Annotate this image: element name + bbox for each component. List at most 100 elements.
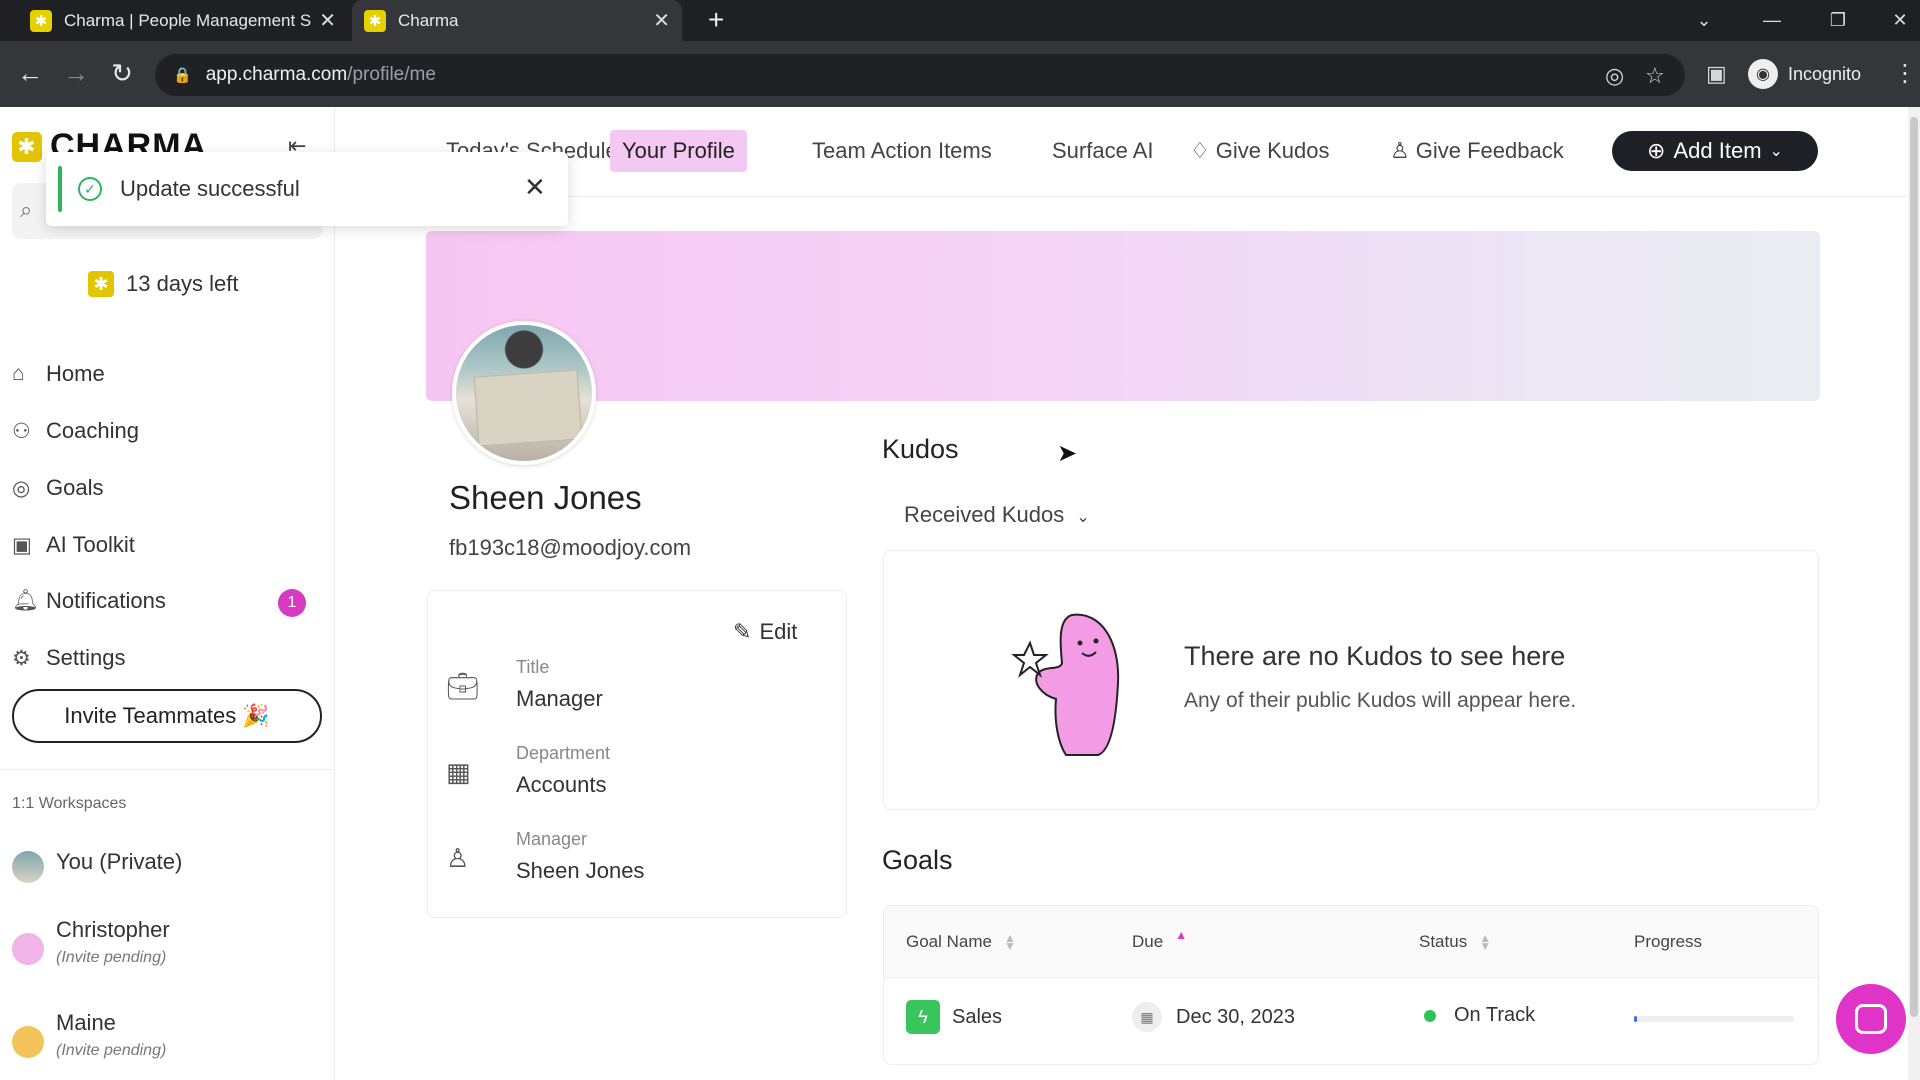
column-status[interactable]: Status ▲ ▼ [1419,932,1491,952]
profile-details-card: ✎ Edit 💼︎ Title Manager ▦ Department Acc… [427,590,847,918]
chat-launcher-button[interactable] [1836,984,1906,1054]
sidebar-item-ai-toolkit[interactable]: ▣ AI Toolkit [12,523,322,567]
feedback-icon: ♙ [1390,138,1410,163]
window-close-icon[interactable]: ✕ [1880,0,1920,41]
toast-close-icon[interactable]: ✕ [524,172,546,203]
kudos-empty-subtitle: Any of their public Kudos will appear he… [1184,689,1577,712]
nav-give-kudos[interactable]: ♢ Give Kudos [1178,130,1341,172]
side-panel-icon[interactable]: ▣ [1706,61,1727,87]
workspace-item-christopher[interactable]: Christopher (Invite pending) [12,917,170,967]
address-bar[interactable]: 🔒 app.charma.com/profile/me ◎ ☆ [155,54,1685,96]
sort-icon: ▲ ▼ [1003,931,1016,953]
goals-icon: ◎ [12,476,31,500]
field-value: Sheen Jones [516,858,645,883]
tab-search-icon[interactable]: ⌄ [1684,0,1724,41]
diamond-icon: ♢ [1190,138,1210,163]
column-label: Progress [1634,932,1703,951]
tab-title: Charma [398,10,459,30]
invite-teammates-button[interactable]: Invite Teammates 🎉 [12,689,322,743]
kudos-filter-dropdown[interactable]: Received Kudos ⌄ [904,502,1090,528]
page-scrollbar[interactable] [1908,107,1920,1080]
sidebar-item-label: AI Toolkit [46,532,135,557]
kudos-heading: Kudos [882,434,959,464]
nav-team-action-items[interactable]: Team Action Items [800,130,1004,172]
browser-toolbar: ← → ↻ 🔒 app.charma.com/profile/me ◎ ☆ ▣ … [0,41,1920,107]
nav-your-profile[interactable]: Your Profile [610,130,747,172]
scrollbar-thumb[interactable] [1910,117,1918,1017]
edit-profile-button[interactable]: ✎ Edit [733,619,797,645]
charma-star-icon: ✱ [88,271,114,297]
back-icon[interactable]: ← [14,57,46,89]
new-tab-button[interactable]: + [708,4,724,36]
forward-icon[interactable]: → [60,57,92,89]
nav-give-feedback[interactable]: ♙ Give Feedback [1378,130,1576,172]
browser-tab-charma-people[interactable]: ✱ Charma | People Management S ✕ [18,0,348,41]
pink-mascot-illustration [1011,613,1120,756]
table-row[interactable]: ϟ Sales ▦ Dec 30, 2023 On Track [884,978,1818,1060]
add-item-button[interactable]: ⊕ Add Item ⌄ [1612,131,1818,171]
avatar [12,1026,44,1058]
workspace-item-maine[interactable]: Maine (Invite pending) [12,1010,166,1060]
sidebar-item-label: Home [46,361,105,386]
nav-label: Give Feedback [1415,138,1564,163]
workspace-item-you[interactable]: You (Private) [12,849,182,883]
workspace-name: Maine [56,1010,116,1035]
browser-tab-bar: ✱ Charma | People Management S ✕ ✱ Charm… [0,0,1920,41]
sidebar-item-goals[interactable]: ◎ Goals [12,466,322,510]
avatar [12,933,44,965]
top-navigation: Today's Schedule Your Profile Team Actio… [336,107,1920,197]
mouse-cursor-icon: ➤ [1057,440,1078,467]
minimize-icon[interactable]: — [1752,0,1792,41]
incognito-icon: ◉ [1748,59,1778,89]
goal-name-cell[interactable]: ϟ Sales [906,1000,1002,1034]
sidebar-item-notifications[interactable]: 🔔︎ Notifications 1 [12,579,322,623]
incognito-label: Incognito [1788,63,1862,84]
workspace-name: Christopher [56,917,170,942]
toast-accent-bar [58,166,62,212]
column-goal-name[interactable]: Goal Name ▲ ▼ [906,932,1016,952]
browser-tab-charma[interactable]: ✱ Charma ✕ [352,0,682,41]
tab-title: Charma | People Management S [64,10,312,30]
avatar [12,851,44,883]
goal-progress-bar [1634,1016,1794,1022]
goals-table-header: Goal Name ▲ ▼ Due ▲ Status ▲ ▼ Progress [884,906,1818,978]
sidebar-item-label: Notifications [46,588,166,613]
sidebar-item-home[interactable]: ⌂ Home [12,352,322,396]
browser-menu-icon[interactable]: ⋮ [1893,59,1917,88]
toast-message: Update successful [120,176,300,201]
lightning-icon: ϟ [906,1000,940,1034]
bookmark-star-icon[interactable]: ☆ [1645,63,1665,89]
nav-surface-ai[interactable]: Surface AI [1040,130,1166,172]
tab-close-icon[interactable]: ✕ [319,8,336,33]
column-due[interactable]: Due ▲ [1132,928,1188,952]
profile-avatar[interactable] [452,321,596,465]
kudos-empty-state: There are no Kudos to see here Any of th… [883,550,1819,810]
goals-table: Goal Name ▲ ▼ Due ▲ Status ▲ ▼ Progress ϟ … [883,905,1819,1065]
field-manager: ♙ Manager Sheen Jones [446,829,644,884]
sidebar: ✱ CHARMA ⇤ ⌕ ✱ 13 days left ⌂ Home ⚇ Coa… [0,107,335,1080]
trial-days-left[interactable]: ✱ 13 days left [88,271,239,297]
column-label: Due [1132,932,1164,951]
check-circle-icon: ✓ [78,177,102,201]
restore-icon[interactable]: ❐ [1818,0,1858,41]
eye-off-icon[interactable]: ◎ [1605,63,1624,89]
sidebar-item-settings[interactable]: ⚙ Settings [12,636,322,680]
incognito-indicator[interactable]: ◉ Incognito [1748,53,1861,95]
goal-status: On Track [1454,1004,1536,1026]
charma-favicon-icon: ✱ [364,9,386,32]
sidebar-item-coaching[interactable]: ⚇ Coaching [12,409,322,453]
notification-count-badge: 1 [278,589,306,617]
bell-icon: 🔔︎ [12,589,39,612]
sort-icon: ▲ ▼ [1479,931,1492,953]
add-item-label: Add Item [1673,138,1762,163]
profile-email: fb193c18@moodjoy.com [449,535,692,560]
tab-close-icon[interactable]: ✕ [653,8,670,33]
nav-label: Give Kudos [1215,138,1330,163]
chat-icon [1855,1004,1887,1034]
reload-icon[interactable]: ↻ [106,57,138,89]
goal-name: Sales [952,1005,1003,1028]
building-icon: ▦ [446,757,471,787]
profile-banner [426,231,1820,401]
sort-ascending-icon: ▲ [1175,928,1188,942]
app-root: ✱ CHARMA ⇤ ⌕ ✱ 13 days left ⌂ Home ⚇ Coa… [0,107,1920,1080]
